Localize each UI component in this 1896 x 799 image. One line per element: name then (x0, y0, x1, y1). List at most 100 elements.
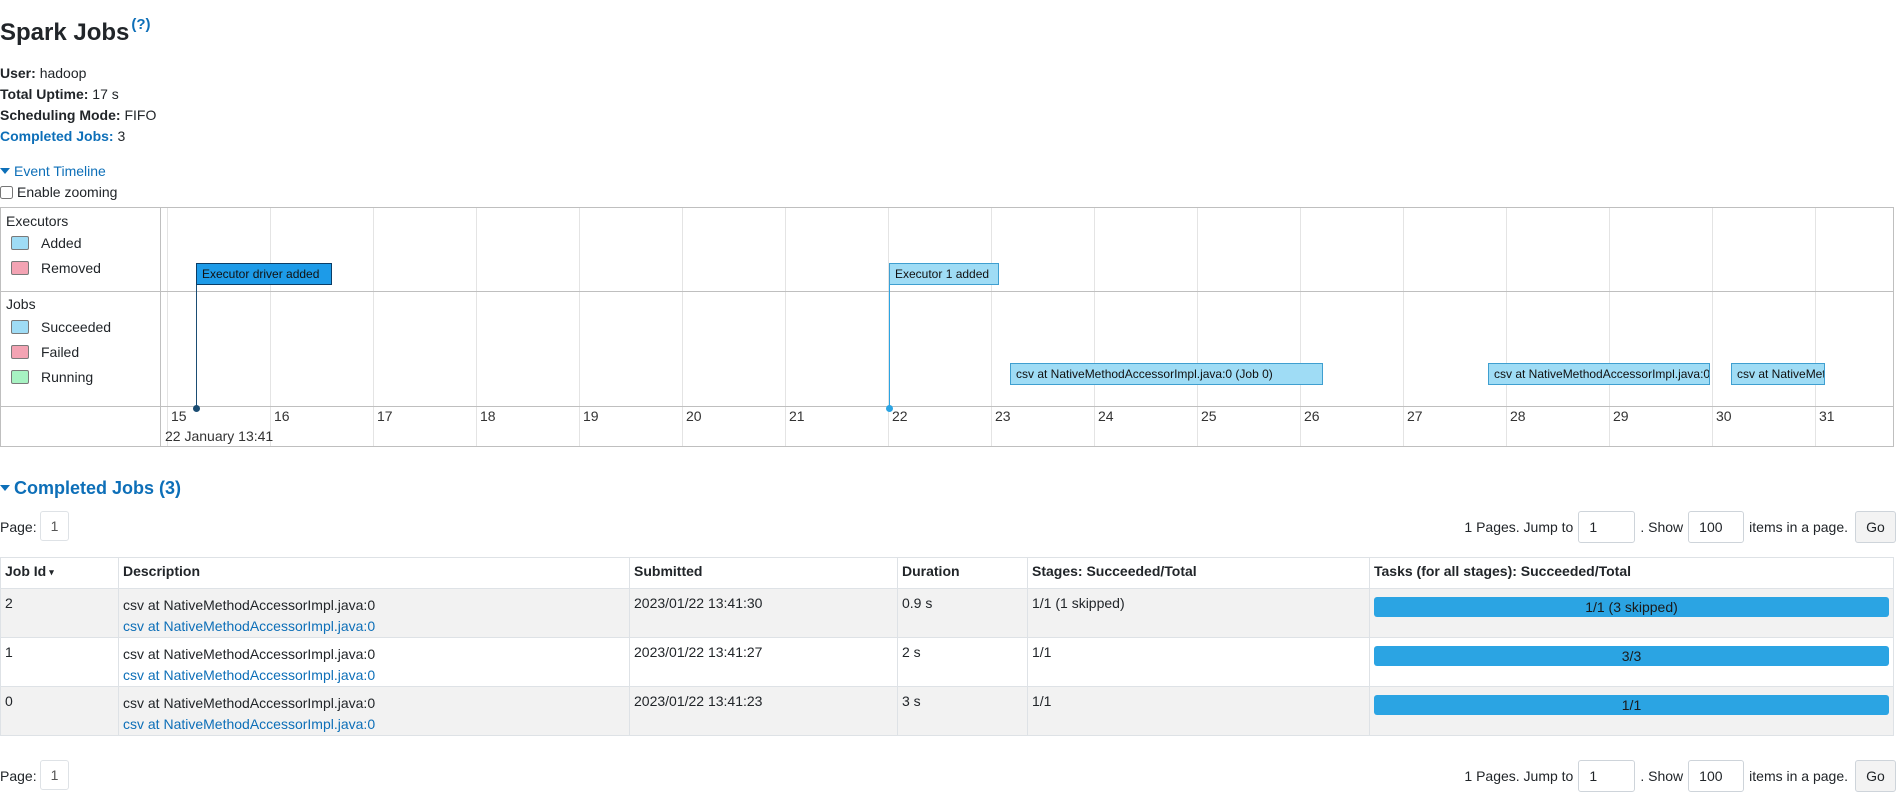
user-info: User: hadoop (0, 64, 86, 82)
page-size-input[interactable] (1688, 511, 1745, 543)
user-value: hadoop (39, 65, 87, 81)
stages-cell: 1/1 (1 skipped) (1027, 588, 1370, 638)
page-button-1[interactable]: 1 (40, 511, 69, 541)
enable-zooming-label: Enable zooming (17, 184, 118, 200)
uptime-info: Total Uptime: 17 s (0, 85, 119, 103)
page-button-1[interactable]: 1 (40, 760, 69, 790)
pager-controls: 1 Pages. Jump to . Show items in a page.… (1464, 511, 1896, 543)
table-header-row: Job Id ▾ Description Submitted Duration S… (0, 557, 1894, 589)
timeline-tick-label: 26 (1304, 408, 1320, 424)
timeline-gridline (785, 208, 786, 446)
job-event-2[interactable]: csv at NativeMethodAccessorImpl.java:0 (… (1731, 363, 1825, 385)
executor-event-driver[interactable]: Executor driver added (196, 263, 332, 285)
tasks-cell: 1/1 (3 skipped) (1369, 588, 1894, 638)
event-timeline-toggle[interactable]: Event Timeline (0, 162, 106, 180)
job-event-0[interactable]: csv at NativeMethodAccessorImpl.java:0 (… (1010, 363, 1323, 385)
description-cell: csv at NativeMethodAccessorImpl.java:0 c… (118, 686, 630, 736)
jump-to-page-input[interactable] (1578, 511, 1636, 543)
stages-cell: 1/1 (1027, 686, 1370, 736)
enable-zooming-checkbox[interactable] (0, 185, 13, 199)
column-header-tasks[interactable]: Tasks (for all stages): Succeeded/Total (1369, 557, 1894, 589)
completed-jobs-count: 3 (117, 128, 126, 144)
bottom-pager: Page: 1 1 Pages. Jump to . Show items in… (0, 760, 1896, 794)
timeline-tick-label: 30 (1716, 408, 1732, 424)
pager-controls: 1 Pages. Jump to . Show items in a page.… (1464, 760, 1896, 792)
completed-jobs-title: Completed Jobs (3) (14, 478, 182, 498)
go-button[interactable]: Go (1855, 760, 1896, 792)
executors-group-title: Executors (6, 213, 69, 229)
executor-event-1[interactable]: Executor 1 added (889, 263, 999, 285)
legend-item-removed: Removed (11, 260, 101, 276)
job-detail-link[interactable]: csv at NativeMethodAccessorImpl.java:0 (123, 667, 375, 683)
timeline-tick-label: 28 (1510, 408, 1526, 424)
jump-to-page-input[interactable] (1578, 760, 1636, 792)
tasks-progress-bar: 3/3 (1374, 646, 1889, 666)
job-detail-link[interactable]: csv at NativeMethodAccessorImpl.java:0 (123, 716, 375, 732)
page-title: Spark Jobs (?) (0, 16, 151, 47)
running-swatch (11, 370, 29, 384)
timeline-tick-label: 18 (480, 408, 496, 424)
table-row: 2 csv at NativeMethodAccessorImpl.java:0… (0, 588, 1894, 638)
scheduling-info: Scheduling Mode: FIFO (0, 106, 156, 124)
submitted-cell: 2023/01/22 13:41:30 (629, 588, 898, 638)
event-timeline-label[interactable]: Event Timeline (14, 163, 106, 179)
timeline-gridline (476, 208, 477, 446)
job-id-cell: 1 (0, 637, 119, 687)
timeline-gridline (1197, 208, 1198, 446)
duration-cell: 2 s (897, 637, 1028, 687)
completed-jobs-table: Job Id ▾ Description Submitted Duration S… (0, 557, 1894, 736)
completed-jobs-toggle[interactable]: Completed Jobs (3) (0, 478, 181, 499)
page-title-text: Spark Jobs (0, 19, 130, 46)
legend-item-added: Added (11, 235, 81, 251)
executor-1-line (889, 271, 890, 411)
table-row: 0 csv at NativeMethodAccessorImpl.java:0… (0, 686, 1894, 736)
job-event-1[interactable]: csv at NativeMethodAccessorImpl.java:0 (… (1488, 363, 1710, 385)
executors-legend: Executors Added Removed (1, 208, 161, 291)
go-button[interactable]: Go (1855, 511, 1896, 543)
executor-driver-marker (193, 405, 200, 412)
completed-jobs-link[interactable]: Completed Jobs: (0, 128, 114, 144)
timeline-gridline (1712, 208, 1713, 446)
timeline-gridline (991, 208, 992, 446)
job-description: csv at NativeMethodAccessorImpl.java:0 (123, 695, 376, 711)
event-timeline[interactable]: Executors Added Removed Jobs Succeeded F… (0, 207, 1894, 447)
table-row: 1 csv at NativeMethodAccessorImpl.java:0… (0, 637, 1894, 687)
jobs-legend: Jobs Succeeded Failed Running (1, 292, 161, 406)
timeline-gridline (682, 208, 683, 446)
tasks-cell: 1/1 (1369, 686, 1894, 736)
show-text: . Show (1640, 768, 1684, 784)
job-detail-link[interactable]: csv at NativeMethodAccessorImpl.java:0 (123, 618, 375, 634)
timeline-gridline (1506, 208, 1507, 446)
timeline-tick-label: 23 (995, 408, 1011, 424)
job-description: csv at NativeMethodAccessorImpl.java:0 (123, 597, 376, 613)
help-link[interactable]: (?) (131, 16, 150, 33)
job-id-cell: 0 (0, 686, 119, 736)
completed-jobs-info: Completed Jobs: 3 (0, 127, 125, 145)
duration-cell: 0.9 s (897, 588, 1028, 638)
timeline-gridline (270, 208, 271, 446)
description-cell: csv at NativeMethodAccessorImpl.java:0 c… (118, 588, 630, 638)
axis-legend-spacer (1, 407, 161, 446)
legend-item-running: Running (11, 369, 93, 385)
page-label: Page: (0, 519, 37, 535)
column-header-job-id[interactable]: Job Id ▾ (0, 557, 119, 589)
page-size-input[interactable] (1688, 760, 1745, 792)
column-header-description[interactable]: Description (118, 557, 630, 589)
timeline-tick-label: 24 (1098, 408, 1114, 424)
uptime-label: Total Uptime: (0, 86, 89, 102)
timeline-gridline (1609, 208, 1610, 446)
page-label: Page: (0, 768, 37, 784)
tasks-cell: 3/3 (1369, 637, 1894, 687)
timeline-gridline (579, 208, 580, 446)
show-text: . Show (1640, 519, 1684, 535)
column-header-stages[interactable]: Stages: Succeeded/Total (1027, 557, 1370, 589)
pages-text: 1 Pages. Jump to (1464, 768, 1574, 784)
timeline-gridline (373, 208, 374, 446)
timeline-tick-label: 31 (1819, 408, 1835, 424)
column-header-submitted[interactable]: Submitted (629, 557, 898, 589)
legend-item-failed: Failed (11, 344, 79, 360)
tasks-progress-bar: 1/1 (1374, 695, 1889, 715)
timeline-tick-label: 29 (1613, 408, 1629, 424)
column-header-duration[interactable]: Duration (897, 557, 1028, 589)
stages-cell: 1/1 (1027, 637, 1370, 687)
